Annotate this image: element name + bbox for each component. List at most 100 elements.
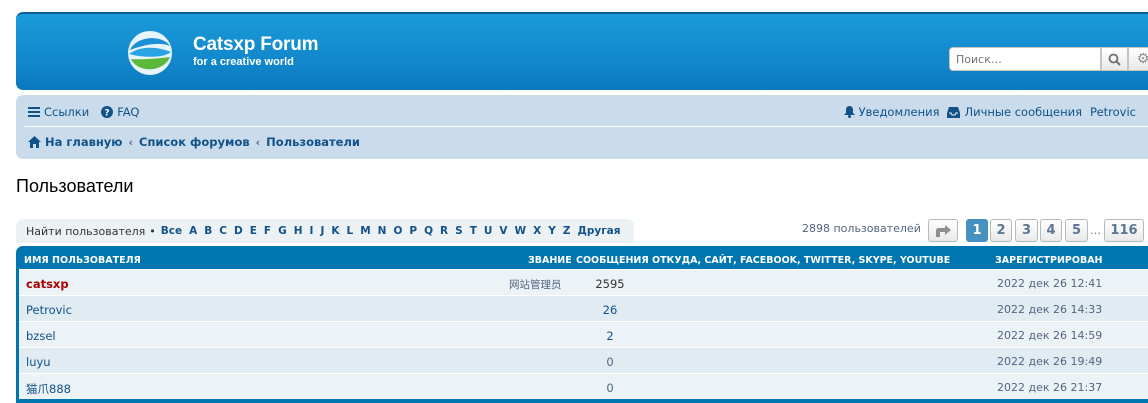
bell-icon bbox=[843, 106, 855, 118]
question-circle-icon: ? bbox=[101, 106, 114, 119]
letter-filter-x[interactable]: X bbox=[533, 225, 541, 237]
letter-filter-a[interactable]: A bbox=[189, 225, 197, 237]
table-row: catsxp 网站管理员 2595 2022 дек 26 12:41 bbox=[19, 269, 1148, 295]
member-count: 2898 пользователей bbox=[802, 222, 921, 235]
search-button[interactable] bbox=[1101, 47, 1128, 71]
quick-links-menu[interactable]: Ссылки bbox=[28, 105, 89, 119]
breadcrumb-home[interactable]: На главную bbox=[45, 135, 122, 149]
letter-filter-b[interactable]: B bbox=[204, 225, 212, 237]
member-joined: 2022 дек 26 14:59 bbox=[997, 329, 1103, 342]
site-logo[interactable] bbox=[126, 30, 174, 76]
letter-filter-q[interactable]: Q bbox=[424, 225, 433, 237]
page-title: Пользователи bbox=[16, 176, 134, 196]
member-posts: 0 bbox=[606, 355, 614, 369]
column-username[interactable]: Имя пользователя bbox=[24, 255, 141, 266]
letter-filter-w[interactable]: W bbox=[515, 225, 527, 237]
home-icon[interactable] bbox=[28, 136, 41, 148]
column-rank[interactable]: Звание bbox=[528, 255, 572, 266]
breadcrumb: На главную ‹ Список форумов ‹ Пользовате… bbox=[28, 132, 1148, 152]
letter-filter-v[interactable]: V bbox=[499, 225, 507, 237]
bullet-separator: • bbox=[149, 224, 156, 238]
column-contacts: Откуда, Сайт, Facebook, Twitter, Skype, … bbox=[652, 255, 951, 266]
letter-filter-g[interactable]: G bbox=[278, 225, 287, 237]
table-row: luyu 0 2022 дек 26 19:49 bbox=[19, 347, 1148, 373]
column-posts[interactable]: Сообщения bbox=[576, 255, 649, 266]
letter-filter-s[interactable]: S bbox=[455, 225, 463, 237]
column-joined[interactable]: Зарегистрирован bbox=[995, 255, 1103, 266]
member-username[interactable]: 猫爪888 bbox=[26, 381, 71, 397]
page-last[interactable]: 116 bbox=[1104, 219, 1144, 242]
search-icon bbox=[1108, 53, 1121, 66]
letter-filter-all[interactable]: Все bbox=[161, 225, 182, 237]
quick-links-label: Ссылки bbox=[44, 105, 90, 119]
page-1[interactable]: 1 bbox=[966, 219, 988, 242]
letter-filter-f[interactable]: F bbox=[264, 225, 271, 237]
member-username[interactable]: catsxp bbox=[26, 277, 69, 291]
gear-icon: ⚙ bbox=[1136, 51, 1148, 67]
table-header: Имя пользователя Звание Сообщения Откуда… bbox=[19, 249, 1148, 269]
member-posts[interactable]: 2 bbox=[590, 329, 630, 343]
svg-text:?: ? bbox=[105, 109, 110, 119]
private-messages-link[interactable]: Личные сообщения bbox=[947, 105, 1082, 119]
letter-filter-h[interactable]: H bbox=[294, 225, 303, 237]
letter-filter-e[interactable]: E bbox=[250, 225, 257, 237]
letter-filter-bar: Найти пользователя • Все A B C D E F G H… bbox=[16, 219, 634, 243]
member-joined: 2022 дек 26 19:49 bbox=[997, 355, 1103, 368]
table-row: bzsel 2 2022 дек 26 14:59 bbox=[19, 321, 1148, 347]
pagination-ellipsis: … bbox=[1090, 224, 1101, 237]
letter-filter-t[interactable]: T bbox=[470, 225, 477, 237]
letter-filter-l[interactable]: L bbox=[347, 225, 354, 237]
breadcrumb-members[interactable]: Пользователи bbox=[266, 135, 360, 149]
member-posts[interactable]: 26 bbox=[590, 303, 630, 317]
letter-filter-m[interactable]: M bbox=[360, 225, 370, 237]
member-joined: 2022 дек 26 12:41 bbox=[997, 277, 1103, 290]
letter-filter-z[interactable]: Z bbox=[563, 225, 571, 237]
page-4[interactable]: 4 bbox=[1040, 219, 1062, 242]
find-member-label: Найти пользователя bbox=[26, 224, 146, 238]
letter-filter-p[interactable]: P bbox=[409, 225, 417, 237]
letter-filter-o[interactable]: O bbox=[393, 225, 402, 237]
letter-filter-c[interactable]: C bbox=[219, 225, 227, 237]
site-description: for a creative world bbox=[193, 56, 294, 68]
member-rank: 网站管理员 bbox=[509, 279, 562, 291]
site-header: Catsxp Forum for a creative world ⚙ bbox=[16, 12, 1148, 90]
letter-filter-r[interactable]: R bbox=[440, 225, 448, 237]
advanced-search-button[interactable]: ⚙ bbox=[1128, 47, 1148, 71]
chevron-left-icon: ‹ bbox=[255, 135, 261, 149]
page-3[interactable]: 3 bbox=[1015, 219, 1038, 242]
table-row: Petrovic 26 2022 дек 26 14:33 bbox=[19, 295, 1148, 321]
member-username[interactable]: luyu bbox=[26, 355, 51, 369]
member-joined: 2022 дек 26 14:33 bbox=[997, 303, 1103, 316]
letter-filter-y[interactable]: Y bbox=[548, 225, 556, 237]
letter-filter-other[interactable]: Другая bbox=[577, 225, 620, 237]
user-profile-link[interactable]: Petrovic bbox=[1090, 105, 1136, 119]
arrow-jump-icon bbox=[936, 224, 951, 237]
site-title[interactable]: Catsxp Forum bbox=[193, 34, 319, 56]
letter-filter-j[interactable]: J bbox=[320, 225, 324, 237]
table-row: 猫爪888 0 2022 дек 26 21:37 bbox=[19, 373, 1148, 399]
member-username[interactable]: bzsel bbox=[26, 329, 56, 343]
notifications-link[interactable]: Уведомления bbox=[843, 105, 940, 119]
private-messages-label: Личные сообщения bbox=[964, 105, 1083, 119]
search-input[interactable] bbox=[949, 47, 1101, 71]
member-posts: 0 bbox=[606, 381, 614, 395]
letter-filter-k[interactable]: K bbox=[331, 225, 339, 237]
jump-to-page-button[interactable] bbox=[928, 219, 958, 242]
member-username[interactable]: Petrovic bbox=[26, 303, 72, 317]
hamburger-icon bbox=[28, 107, 40, 117]
faq-label: FAQ bbox=[117, 105, 140, 119]
breadcrumb-forums[interactable]: Список форумов bbox=[139, 135, 250, 149]
letter-filter-u[interactable]: U bbox=[484, 225, 493, 237]
letter-filter-n[interactable]: N bbox=[378, 225, 387, 237]
notifications-label: Уведомления bbox=[858, 105, 940, 119]
username-label: Petrovic bbox=[1090, 105, 1136, 119]
member-posts[interactable]: 2595 bbox=[590, 277, 630, 291]
navbar: Ссылки ? FAQ Уведомления Личные сообщени… bbox=[16, 95, 1148, 159]
page-2[interactable]: 2 bbox=[990, 219, 1012, 242]
member-joined: 2022 дек 26 21:37 bbox=[997, 381, 1103, 394]
letter-filter-d[interactable]: D bbox=[234, 225, 243, 237]
chevron-left-icon: ‹ bbox=[128, 135, 134, 149]
page-5[interactable]: 5 bbox=[1065, 219, 1088, 242]
faq-link[interactable]: ? FAQ bbox=[101, 105, 139, 119]
letter-filter-i[interactable]: I bbox=[310, 225, 314, 237]
